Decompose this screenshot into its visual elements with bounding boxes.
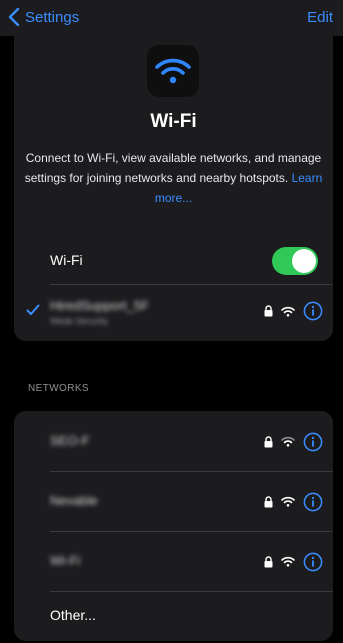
wifi-signal-icon [281,436,295,447]
info-icon[interactable] [303,432,323,452]
connected-network-row[interactable]: HiredSupport_5F Weak Security [14,288,333,334]
wifi-icon [155,58,191,84]
page-title: Wi-Fi [150,111,197,132]
wifi-signal-icon [281,306,295,317]
wifi-toggle-switch[interactable] [272,247,318,275]
info-icon[interactable] [303,552,323,572]
network-row[interactable]: SEO-F [14,412,333,471]
lock-icon [264,495,273,507]
divider [50,591,333,592]
connected-network-icons [264,288,323,334]
wifi-toggle-label: Wi-Fi [50,252,83,268]
navigation-bar: Settings Edit [0,0,343,36]
networks-section-header: NETWORKS [28,383,89,394]
description-text: Connect to Wi-Fi, view available network… [24,151,322,185]
network-row[interactable]: Nevable [14,472,333,531]
chevron-left-icon [8,8,20,26]
info-icon[interactable] [303,492,323,512]
wifi-signal-icon [281,556,295,567]
wifi-settings-screen: Settings Edit Wi-Fi Connect to Wi-Fi, vi… [0,0,343,643]
info-icon[interactable] [303,301,323,321]
network-name: Nevable [50,493,98,508]
network-icons [264,472,323,531]
checkmark-icon [26,304,40,315]
wifi-toggle-row: Wi-Fi [14,241,333,281]
network-icons [264,412,323,471]
wifi-app-icon [147,45,199,97]
wifi-header-card: Wi-Fi Connect to Wi-Fi, view available n… [14,36,333,341]
networks-list: SEO-F Nevable Wi-Fi Other... [14,411,333,641]
connected-network-security: Weak Security [50,316,108,326]
edit-button[interactable]: Edit [307,9,333,26]
divider [50,284,333,285]
connected-network-name: HiredSupport_5F [50,298,149,313]
lock-icon [264,555,273,567]
back-button[interactable]: Settings [8,8,79,26]
network-row[interactable]: Wi-Fi [14,532,333,591]
lock-icon [264,305,273,317]
network-name: Wi-Fi [50,553,81,568]
network-name: SEO-F [50,433,90,448]
lock-icon [264,435,273,447]
wifi-description: Connect to Wi-Fi, view available network… [24,148,323,208]
network-icons [264,532,323,591]
other-network-button[interactable]: Other... [50,607,96,623]
toggle-knob [292,249,316,273]
back-button-label: Settings [25,8,80,26]
wifi-signal-icon [281,496,295,507]
